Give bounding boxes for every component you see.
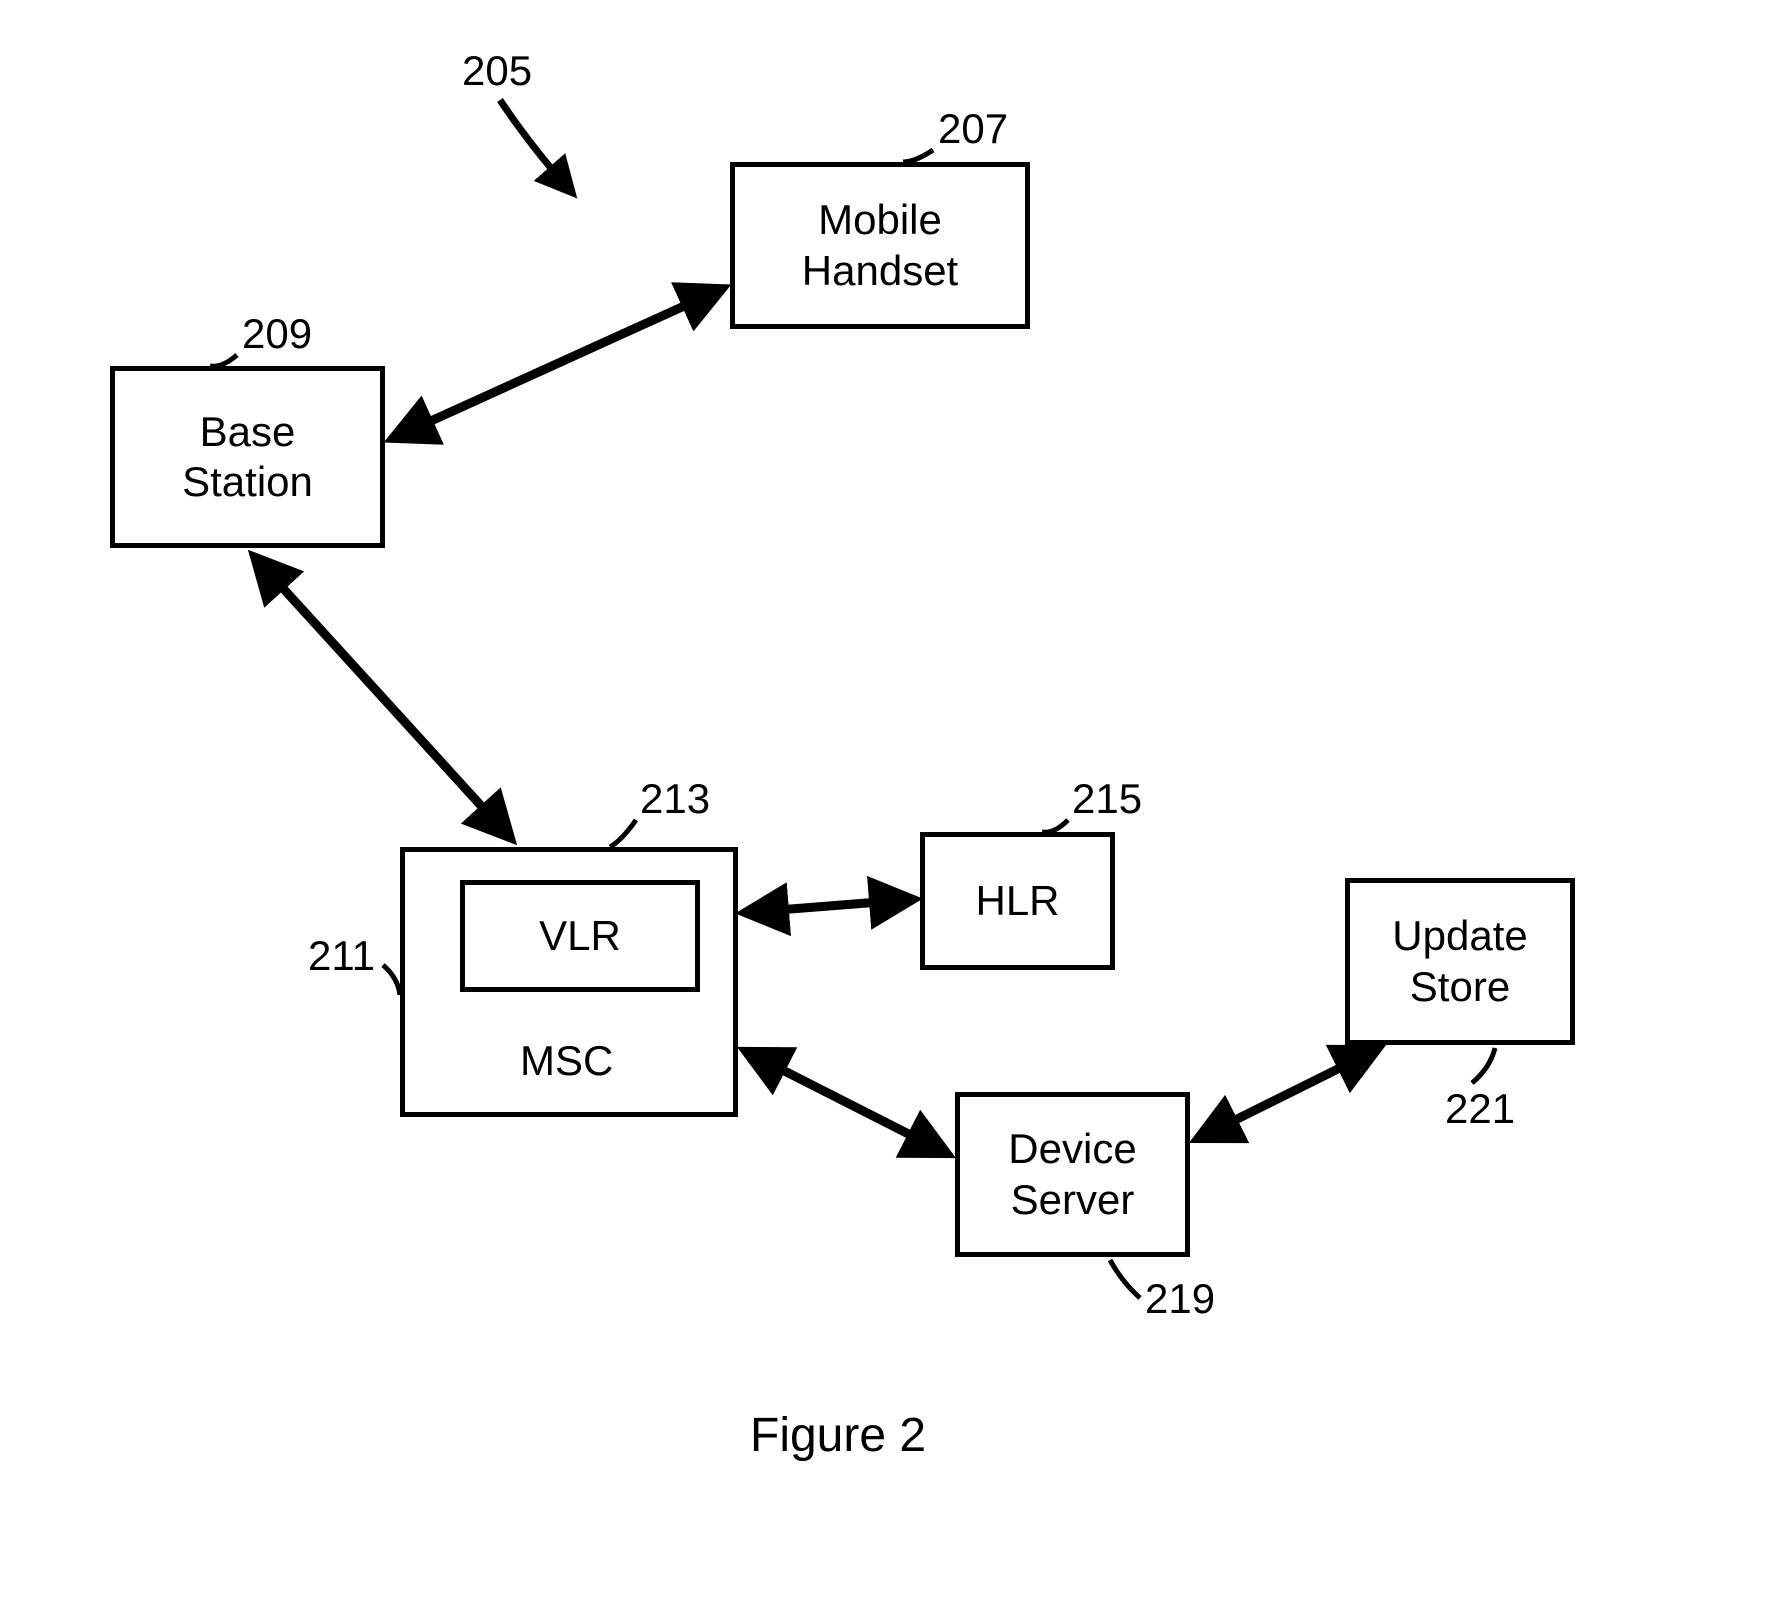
leader-209 [210, 355, 237, 366]
ref-211: 211 [308, 932, 375, 980]
arrow-msc-hlr [753, 900, 905, 912]
ref-219: 219 [1145, 1275, 1215, 1323]
figure-caption: Figure 2 [750, 1408, 926, 1463]
ref-209: 209 [242, 310, 312, 358]
arrow-deviceserver-updatestore [1205, 1053, 1370, 1135]
arrow-msc-deviceserver [753, 1055, 940, 1150]
hlr-box: HLR [920, 832, 1115, 970]
mobile-handset-label: Mobile Handset [802, 195, 958, 296]
device-server-box: Device Server [955, 1092, 1190, 1257]
msc-label: MSC [520, 1037, 613, 1085]
update-store-label: Update Store [1392, 911, 1527, 1012]
base-station-label: Base Station [182, 407, 313, 508]
leader-221 [1472, 1048, 1495, 1083]
ref-221: 221 [1445, 1085, 1515, 1133]
ref-205: 205 [462, 47, 532, 95]
ref-207: 207 [938, 105, 1008, 153]
base-station-box: Base Station [110, 366, 385, 548]
leader-207 [903, 150, 933, 162]
leader-219 [1110, 1260, 1140, 1298]
mobile-handset-box: Mobile Handset [730, 162, 1030, 329]
ref-213: 213 [640, 775, 710, 823]
leader-215 [1042, 820, 1068, 832]
device-server-label: Device Server [1008, 1124, 1136, 1225]
leader-213 [610, 820, 636, 847]
hlr-label: HLR [975, 876, 1059, 926]
vlr-box: VLR [460, 880, 700, 992]
arrow-basestation-handset [400, 292, 715, 435]
arrow-basestation-msc [260, 563, 505, 832]
leader-211 [383, 965, 400, 995]
update-store-box: Update Store [1345, 878, 1575, 1045]
ref-215: 215 [1072, 775, 1142, 823]
vlr-label: VLR [539, 911, 621, 961]
pointer-205 [500, 100, 568, 188]
